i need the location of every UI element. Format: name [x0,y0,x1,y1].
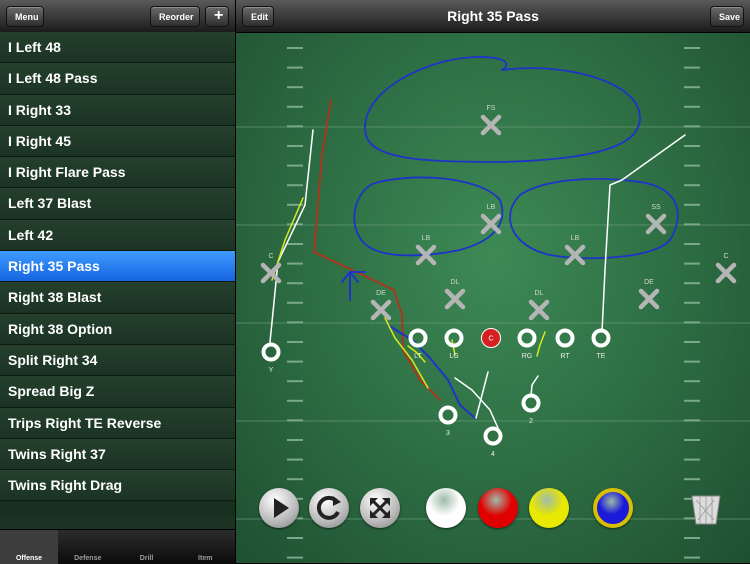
tab-label: Defense [74,555,102,562]
defender-lb[interactable]: LB [415,235,437,266]
sidebar-toolbar: Menu Reorder + [0,0,235,33]
defender-label: DL [451,279,460,286]
sidebar: Menu Reorder + I Left 48 I Left 48 Pass I … [0,0,235,564]
offense-player-rg[interactable]: RG [517,328,537,361]
fullscreen-icon [370,498,390,518]
defender-dl[interactable]: DL [444,279,466,310]
reorder-button[interactable]: Reorder [150,6,200,27]
defender-label: DE [644,279,654,286]
color-yellow-button[interactable] [529,488,569,528]
defender-label: DE [376,290,386,297]
play-list-item[interactable]: Right 38 Blast [0,282,235,314]
play-list-item[interactable]: I Left 48 Pass [0,63,235,95]
playbook-field: Edit Right 35 Pass Save FS LB LB SS LB C… [236,0,750,563]
offense-player-lt[interactable]: LT [408,328,428,361]
route-lb-left-zone [353,176,504,257]
color-red-button[interactable] [478,488,518,528]
defense-players: FS LB LB SS LB C DL DL DE DE C [260,105,737,321]
player-label: 2 [529,418,533,425]
play-list-item[interactable]: Left 37 Blast [0,188,235,220]
play-list-item[interactable]: Split Right 34 [0,344,235,377]
defender-label: LB [422,235,431,242]
refresh-icon [316,495,341,520]
play-list-item[interactable]: Right 35 Pass [0,251,235,283]
tab-label: Item [198,555,213,562]
defender-label: C [268,253,273,260]
play-list-item[interactable]: I Right Flare Pass [0,157,235,189]
player-label: RG [522,353,533,360]
play-list-item[interactable]: Right 38 Option [0,313,235,345]
tab-label: Offense [15,555,43,562]
defender-label: LB [571,235,580,242]
player-label: 3 [446,430,450,437]
refresh-button[interactable] [309,488,349,528]
tab-label: Drill [139,555,154,562]
player-label: Y [269,367,274,374]
tab-drill[interactable]: Drill [118,530,176,564]
player-label: TE [597,353,606,360]
play-list-item[interactable]: Twins Right Drag [0,470,235,502]
offense-player-3[interactable]: 3 [438,405,458,438]
play-list-item[interactable]: I Left 48 [0,32,235,64]
play-icon [274,498,289,518]
trash-button[interactable] [686,488,726,528]
offense-player-rt[interactable]: RT [555,328,575,361]
defender-label: LB [487,204,496,211]
tab-defense[interactable]: Defense [59,530,117,564]
offense-player-lg[interactable]: LG [444,328,464,361]
tab-item[interactable]: Item [176,530,234,564]
list-empty-space [0,517,235,529]
route-2-white [530,375,539,397]
player-label: 4 [491,451,495,458]
play-list-item[interactable]: Spread Big Z [0,376,235,408]
defender-label: SS [651,204,661,211]
add-play-button[interactable]: + [205,6,229,27]
route-fs-zone [364,56,641,163]
defender-fs[interactable]: FS [480,105,502,136]
player-label: C [488,336,493,343]
play-list-item[interactable]: I Right 45 [0,125,235,158]
defender-de[interactable]: DE [638,279,660,310]
tab-bar: Offense Defense Drill Item [0,529,235,564]
main-toolbar: Edit Right 35 Pass Save [236,0,750,33]
player-label: RT [560,353,570,360]
defender-c[interactable]: C [715,253,737,284]
offense-player-c[interactable]: C [481,328,501,348]
routes [269,56,686,429]
tab-offense[interactable]: Offense [0,530,58,564]
field-canvas[interactable]: FS LB LB SS LB C DL DL DE DE C LT LG C RG RT TE Y 3 2 4 [236,33,750,563]
defender-label: FS [487,105,496,112]
color-blue-button[interactable] [593,488,633,528]
play-list-item[interactable]: Left 42 [0,219,235,252]
defender-ss[interactable]: SS [645,204,667,235]
play-title: Right 35 Pass [447,8,539,24]
offense-player-4[interactable]: 4 [483,426,503,459]
fullscreen-button[interactable] [360,488,400,528]
defender-c[interactable]: C [260,253,282,284]
player-label: LT [414,353,422,360]
save-button[interactable]: Save [710,6,744,27]
menu-button[interactable]: Menu [6,6,44,27]
defender-de[interactable]: DE [370,290,392,321]
play-list-item[interactable]: I Right 33 [0,94,235,126]
route-3-white [475,371,489,419]
play-button[interactable] [259,488,299,528]
play-list-item[interactable]: Twins Right 37 [0,438,235,471]
defender-dl[interactable]: DL [528,290,550,321]
color-white-button[interactable] [426,488,466,528]
route-y-streak [269,129,314,343]
offense-players: LT LG C RG RT TE Y 3 2 4 [261,328,611,459]
defender-label: C [723,253,728,260]
trash-icon [691,495,721,525]
defender-label: DL [535,290,544,297]
play-list-item[interactable]: Trips Right TE Reverse [0,407,235,439]
offense-player-y[interactable]: Y [261,342,281,375]
play-list: I Left 48 I Left 48 Pass I Right 33 I Right… [0,32,235,502]
defender-lb[interactable]: LB [480,204,502,235]
player-label: LG [449,353,458,360]
offense-player-te[interactable]: TE [591,328,611,361]
route-rg-yellow [536,331,546,357]
